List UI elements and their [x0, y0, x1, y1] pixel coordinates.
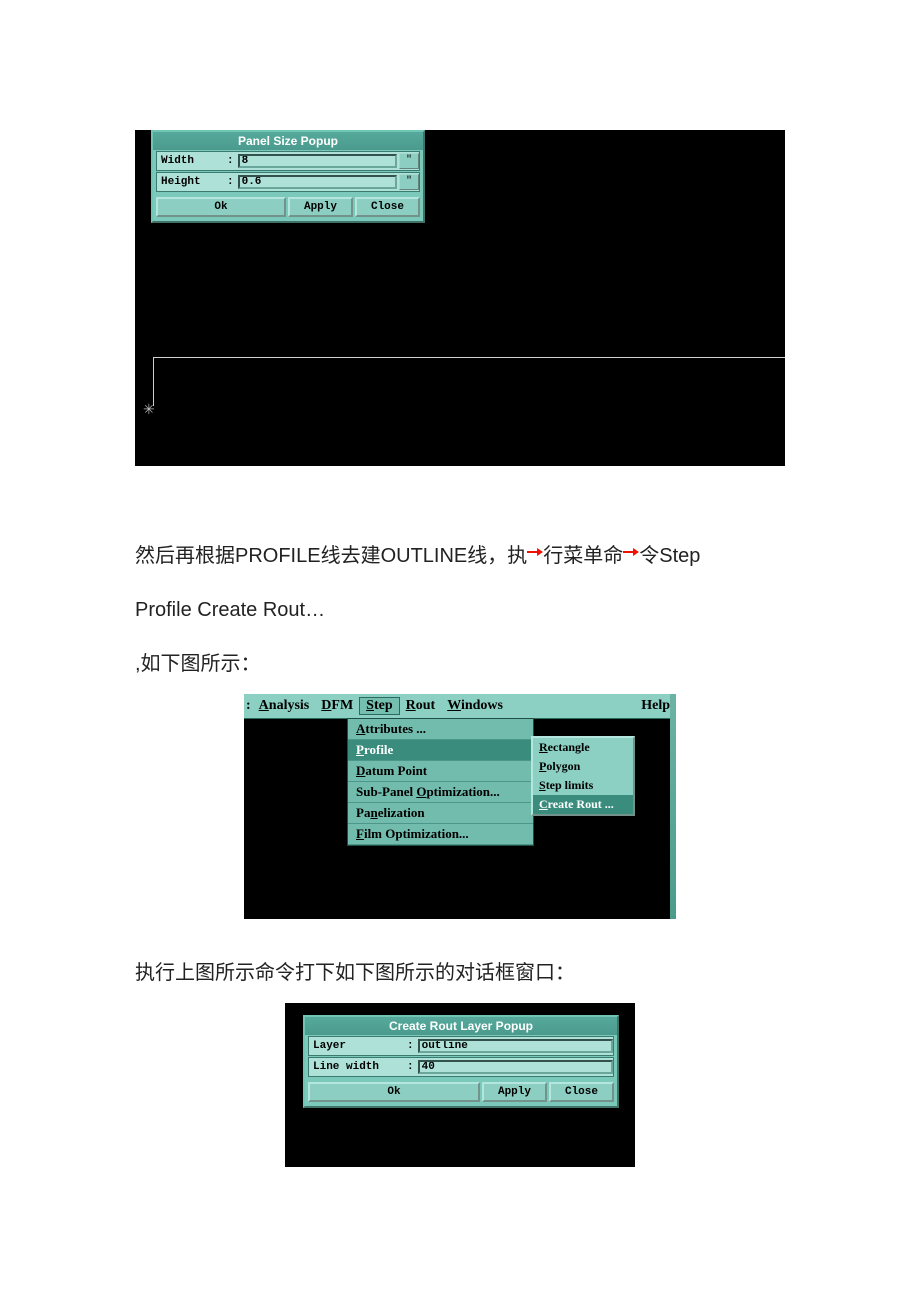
arrow-icon	[527, 526, 543, 534]
menu-analysis[interactable]: Analysis	[253, 698, 316, 714]
crosshair-icon: ✳	[143, 401, 155, 418]
profile-outline	[153, 357, 785, 406]
ok-button[interactable]: Ok	[156, 197, 286, 217]
layer-label: Layer	[309, 1040, 407, 1052]
submenu-polygon[interactable]: Polygon	[533, 757, 633, 776]
menu-item-film[interactable]: Film Optimization...	[348, 824, 533, 845]
unit-label: "	[399, 174, 419, 190]
panel-size-dialog: Panel Size Popup Width : " Height : " Ok…	[151, 130, 425, 223]
dialog-title: Panel Size Popup	[153, 132, 423, 150]
ok-button[interactable]: Ok	[308, 1082, 480, 1102]
menu-windows[interactable]: Windows	[441, 698, 509, 714]
menu-bar: : Analysis DFM Step Rout Windows Help	[244, 694, 676, 719]
menu-item-profile[interactable]: Profile	[348, 740, 533, 761]
instruction-text-1: 然后再根据PROFILE线去建OUTLINE线，执行菜单命令Step	[135, 526, 785, 580]
close-button[interactable]: Close	[549, 1082, 614, 1102]
instruction-text-2: ,如下图所示：	[135, 640, 785, 688]
menu-step[interactable]: Step	[359, 697, 399, 715]
layer-input[interactable]	[418, 1039, 613, 1053]
scrollbar[interactable]	[670, 694, 676, 919]
apply-button[interactable]: Apply	[288, 197, 353, 217]
height-input[interactable]	[238, 175, 397, 189]
line-width-input[interactable]	[418, 1060, 613, 1074]
menu-rout[interactable]: Rout	[400, 698, 442, 714]
screenshot-rout-layer: Create Rout Layer Popup Layer : Line wid…	[285, 1003, 635, 1167]
rout-layer-dialog: Create Rout Layer Popup Layer : Line wid…	[303, 1015, 619, 1108]
close-button[interactable]: Close	[355, 197, 420, 217]
height-label: Height	[157, 176, 227, 188]
menu-dfm[interactable]: DFM	[315, 698, 359, 714]
menu-item-panelization[interactable]: Panelization	[348, 803, 533, 824]
submenu-create-rout[interactable]: Create Rout ...	[533, 795, 633, 814]
width-input[interactable]	[238, 154, 397, 168]
arrow-icon	[623, 526, 639, 534]
step-dropdown: Attributes ... Profile Datum Point Sub-P…	[347, 718, 534, 846]
submenu-rectangle[interactable]: Rectangle	[533, 738, 633, 757]
instruction-text-3: 执行上图所示命令打下如下图所示的对话框窗口：	[135, 949, 785, 997]
screenshot-panel-size: Panel Size Popup Width : " Height : " Ok…	[135, 130, 785, 466]
width-label: Width	[157, 155, 227, 167]
menu-item-datum[interactable]: Datum Point	[348, 761, 533, 782]
submenu-step-limits[interactable]: Step limits	[533, 776, 633, 795]
menu-item-attributes[interactable]: Attributes ...	[348, 719, 533, 740]
line-width-label: Line width	[309, 1061, 407, 1073]
dialog-title: Create Rout Layer Popup	[305, 1017, 617, 1035]
unit-label: "	[399, 153, 419, 169]
profile-submenu: Rectangle Polygon Step limits Create Rou…	[531, 736, 635, 816]
instruction-text-1b: Profile Create Rout…	[135, 586, 785, 634]
apply-button[interactable]: Apply	[482, 1082, 547, 1102]
menu-item-subpanel[interactable]: Sub-Panel Optimization...	[348, 782, 533, 803]
screenshot-menu: : Analysis DFM Step Rout Windows Help At…	[244, 694, 676, 919]
